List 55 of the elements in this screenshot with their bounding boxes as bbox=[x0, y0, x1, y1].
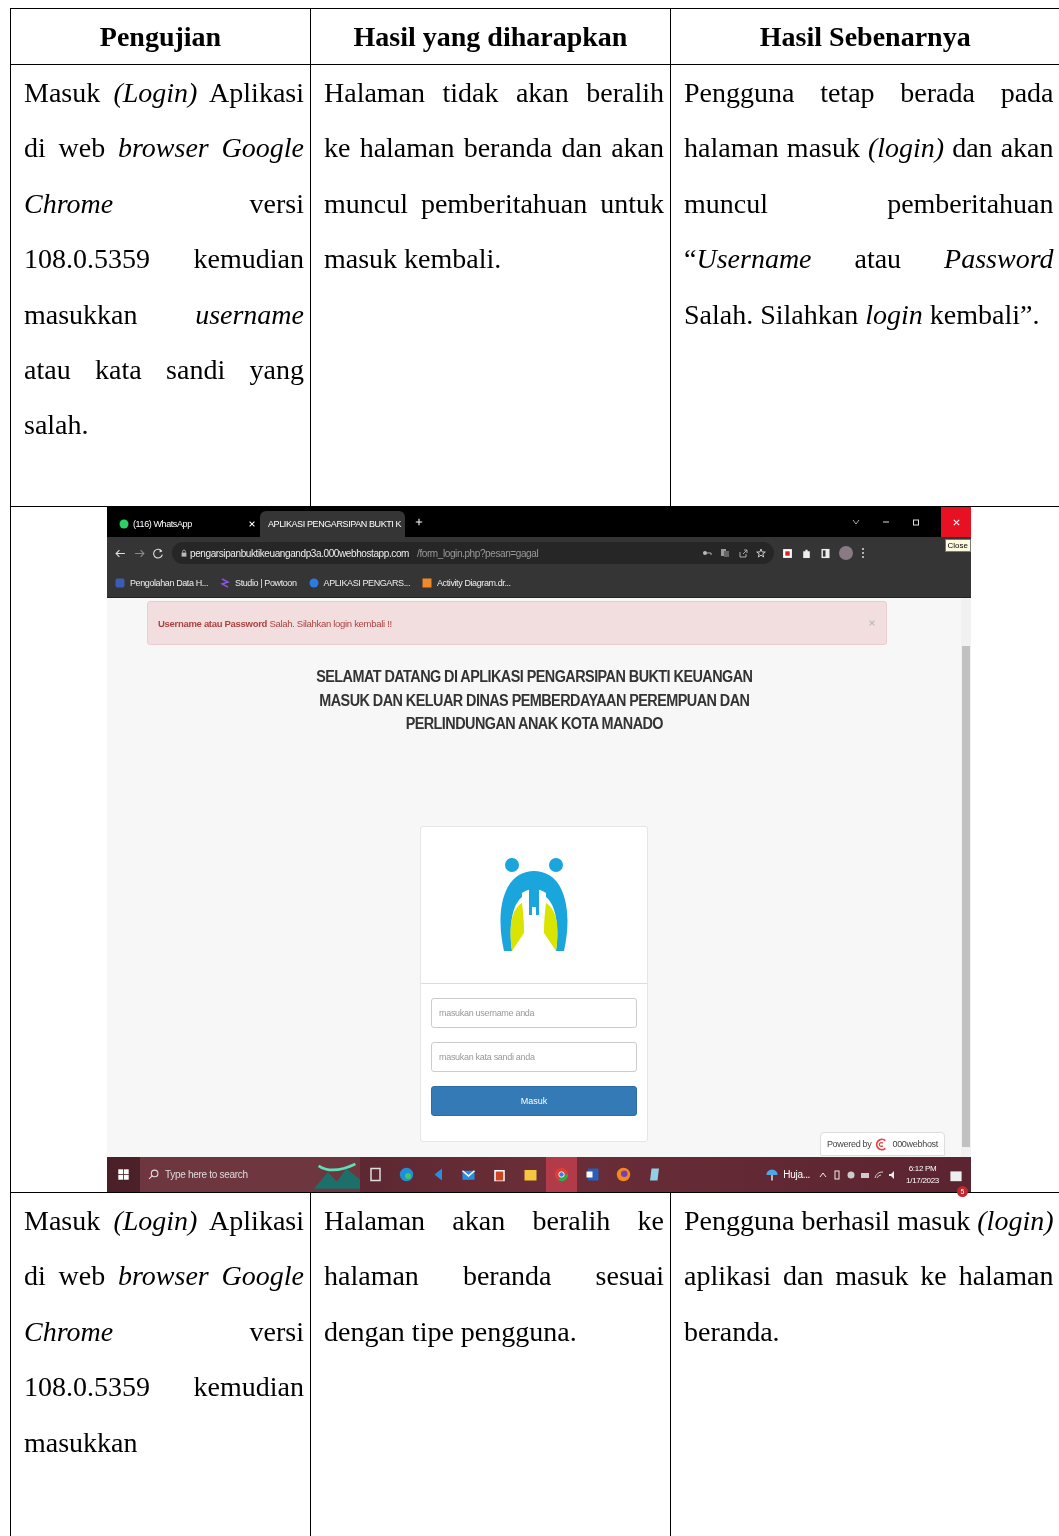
windows-start-icon[interactable] bbox=[117, 1168, 130, 1181]
profile-avatar[interactable] bbox=[839, 546, 853, 560]
restore-icon[interactable] bbox=[911, 517, 921, 527]
translate-icon[interactable] bbox=[720, 548, 730, 558]
username-field[interactable]: masukan username anda bbox=[431, 997, 637, 1028]
bookmark-item[interactable]: APLIKASI PENGARS... bbox=[308, 578, 410, 588]
bookmark-favicon-icon bbox=[220, 578, 231, 588]
powered-by-badge[interactable]: Powered by 000webhost bbox=[819, 1132, 945, 1156]
scrollbar[interactable] bbox=[961, 598, 971, 1157]
rain-cloud-icon bbox=[765, 1167, 780, 1182]
lock-icon bbox=[180, 549, 188, 557]
taskbar-search-field[interactable]: Type here to search bbox=[140, 1157, 360, 1192]
new-tab-icon[interactable] bbox=[415, 518, 423, 526]
test-case-text: Masuk (Login) Aplikasi di web browser Google Chrome versi 108.0.5359 kemudian masukkan username atau kata sandi yang salah. bbox=[24, 77, 304, 441]
forward-arrow-icon[interactable] bbox=[134, 547, 145, 559]
extension-icon[interactable] bbox=[782, 547, 793, 559]
close-icon bbox=[951, 517, 961, 527]
star-icon[interactable] bbox=[756, 548, 766, 558]
test-case-text: Masuk (Login) Aplikasi di web browser Google Chrome versi 108.0.5359 kemudian masukkan bbox=[24, 1205, 304, 1458]
menu-icon[interactable] bbox=[861, 547, 865, 559]
weather-text[interactable]: Huja... bbox=[783, 1169, 811, 1180]
column-header: Hasil yang diharapkan bbox=[310, 8, 671, 65]
close-tooltip: Close bbox=[944, 539, 971, 552]
tab-favicon-icon bbox=[119, 519, 129, 529]
bookmark-item[interactable]: Activity Diagram.dr... bbox=[422, 578, 511, 588]
login-button[interactable]: Masuk bbox=[431, 1085, 637, 1116]
alert-message: Username atau Password Salah. Silahkan login kembali !! bbox=[158, 617, 393, 629]
reload-icon[interactable] bbox=[153, 547, 164, 559]
password-field[interactable]: masukan kata sandi anda bbox=[431, 1041, 637, 1072]
bookmark-item[interactable]: Pengolahan Data H... bbox=[115, 578, 209, 588]
address-bar[interactable]: pengarsipanbuktikeuangandp3a.000webhostapp.com /form_login.php?pesan=gagal bbox=[172, 542, 774, 564]
column-header: Hasil Sebenarnya bbox=[670, 8, 1059, 65]
notification-icon[interactable] bbox=[949, 1169, 963, 1184]
actual-result-text: Pengguna berhasil masuk (login) aplikasi dan masuk ke halaman beranda. bbox=[684, 1205, 1054, 1347]
taskbar-clock[interactable]: 6:12 PM 1/17/2023 bbox=[906, 1162, 939, 1187]
search-icon bbox=[148, 1169, 159, 1180]
side-panel-icon[interactable] bbox=[820, 547, 831, 559]
battery-icon[interactable] bbox=[832, 1169, 843, 1180]
browser-tab[interactable]: (116) WhatsApp bbox=[115, 511, 260, 537]
back-arrow-icon[interactable] bbox=[115, 547, 126, 559]
column-header: Pengujian bbox=[10, 8, 311, 65]
bookmark-item[interactable]: Studio | Powtoon bbox=[220, 578, 297, 588]
bookmark-favicon-icon bbox=[422, 578, 432, 588]
share-icon[interactable] bbox=[738, 548, 748, 558]
wifi-icon[interactable] bbox=[874, 1169, 885, 1180]
bookmark-favicon-icon bbox=[308, 578, 319, 588]
browser-tab[interactable]: APLIKASI PENGARSIPAN BUKTI K bbox=[260, 511, 405, 537]
expected-result-text: Halaman akan beralih ke halaman beranda sesuai dengan tipe pengguna. bbox=[324, 1205, 664, 1347]
puzzle-icon[interactable] bbox=[801, 547, 812, 559]
chevron-down-icon[interactable] bbox=[851, 517, 861, 527]
bookmark-favicon-icon bbox=[115, 578, 125, 588]
actual-result-text: Pengguna tetap berada pada halaman masuk (login) dan akan muncul pemberitahuan “Username atau Password Salah. Silahkan login kembali”. bbox=[684, 77, 1054, 330]
key-icon[interactable] bbox=[702, 548, 712, 558]
expected-result-text: Halaman tidak akan beralih ke halaman beranda dan akan muncul pemberitahuan untuk masuk kembali. bbox=[324, 77, 664, 275]
welcome-heading: SELAMAT DATANG DI APLIKASI PENGARSIPAN BUKTI KEUANGAN MASUK DAN KELUAR DINAS PEMBERDAYAAN PEREMPUAN DAN PERLINDUNGAN ANAK KOTA MANADO bbox=[315, 667, 753, 734]
